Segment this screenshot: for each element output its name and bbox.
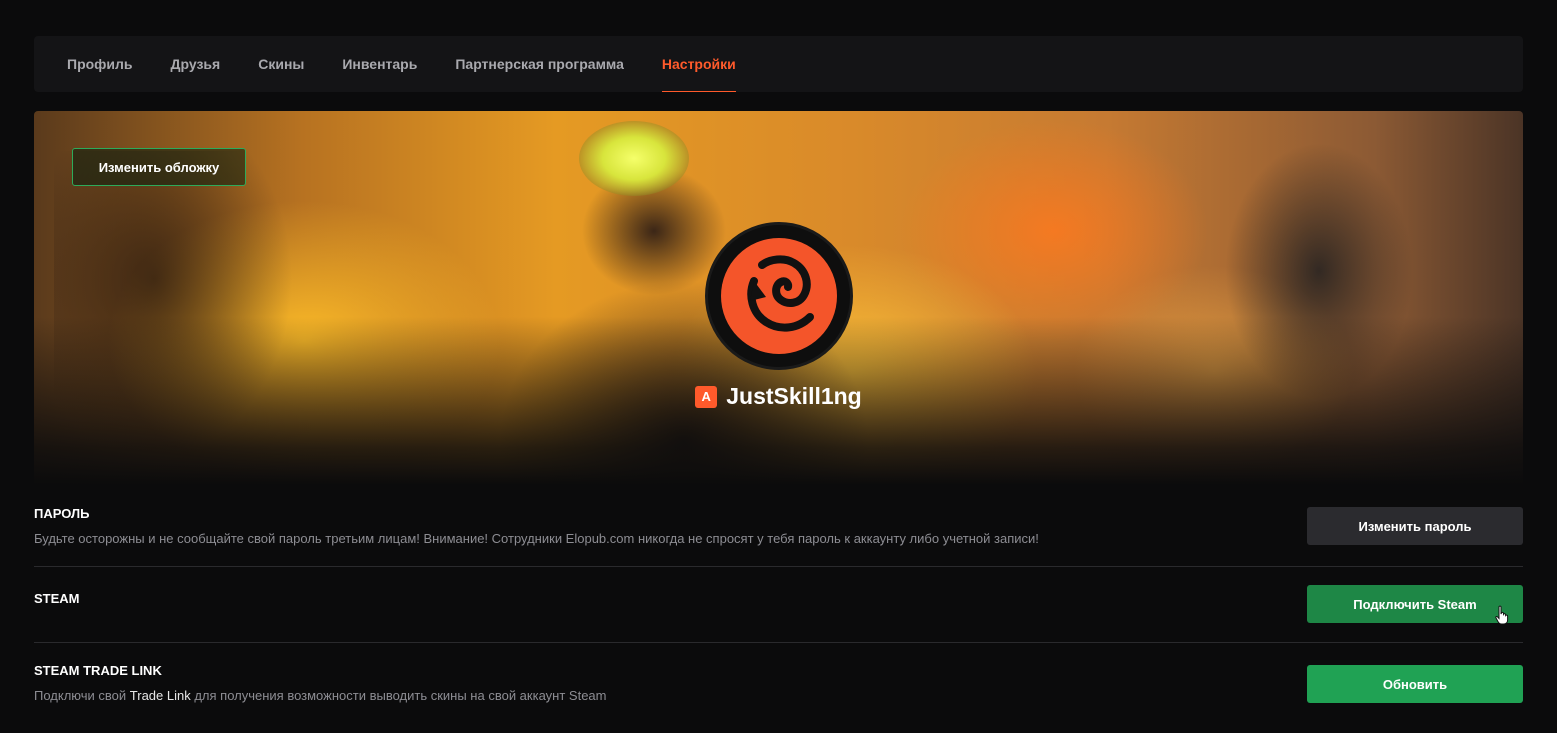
username: JustSkill1ng — [726, 383, 862, 409]
rank-badge: A — [695, 385, 718, 408]
trade-link-desc-before: Подключи свой — [34, 688, 130, 703]
trade-link-description: Подключи свой Trade Link для получения в… — [34, 688, 1523, 703]
trade-link-title: STEAM TRADE LINK — [34, 663, 162, 678]
connect-steam-button[interactable]: Подключить Steam — [1307, 585, 1523, 625]
tab-profile[interactable]: Профиль — [67, 36, 133, 92]
username-row: A JustSkill1ng — [34, 383, 1523, 410]
password-setting-row: ПАРОЛЬ Будьте осторожны и не сообщайте с… — [34, 485, 1523, 567]
elopub-logo-icon — [721, 238, 837, 354]
change-password-button[interactable]: Изменить пароль — [1307, 507, 1523, 545]
connect-steam-label: Подключить Steam — [1353, 596, 1477, 612]
profile-tabs: Профиль Друзья Скины Инвентарь Партнерск… — [34, 36, 1523, 92]
trade-link-inline-link[interactable]: Trade Link — [130, 688, 191, 703]
tab-settings[interactable]: Настройки — [661, 36, 736, 92]
profile-cover: Изменить обложку A JustSkill1ng — [34, 111, 1523, 485]
password-description: Будьте осторожны и не сообщайте свой пар… — [34, 531, 1039, 546]
steam-setting-row: STEAM Подключить Steam — [34, 567, 1523, 643]
profile-settings-page: Профиль Друзья Скины Инвентарь Партнерск… — [34, 36, 1523, 733]
tab-partner-program[interactable]: Партнерская программа — [455, 36, 624, 92]
update-trade-link-button[interactable]: Обновить — [1307, 665, 1523, 703]
password-title: ПАРОЛЬ — [34, 506, 90, 521]
hand-cursor-icon — [1495, 605, 1509, 625]
tab-inventory[interactable]: Инвентарь — [342, 36, 417, 92]
trade-link-setting-row: STEAM TRADE LINK Подключи свой Trade Lin… — [34, 643, 1523, 733]
tab-friends[interactable]: Друзья — [171, 36, 221, 92]
steam-title: STEAM — [34, 591, 80, 606]
avatar — [705, 222, 853, 370]
change-cover-button[interactable]: Изменить обложку — [72, 148, 246, 186]
tab-skins[interactable]: Скины — [258, 36, 304, 92]
trade-link-desc-after: для получения возможности выводить скины… — [190, 688, 607, 703]
